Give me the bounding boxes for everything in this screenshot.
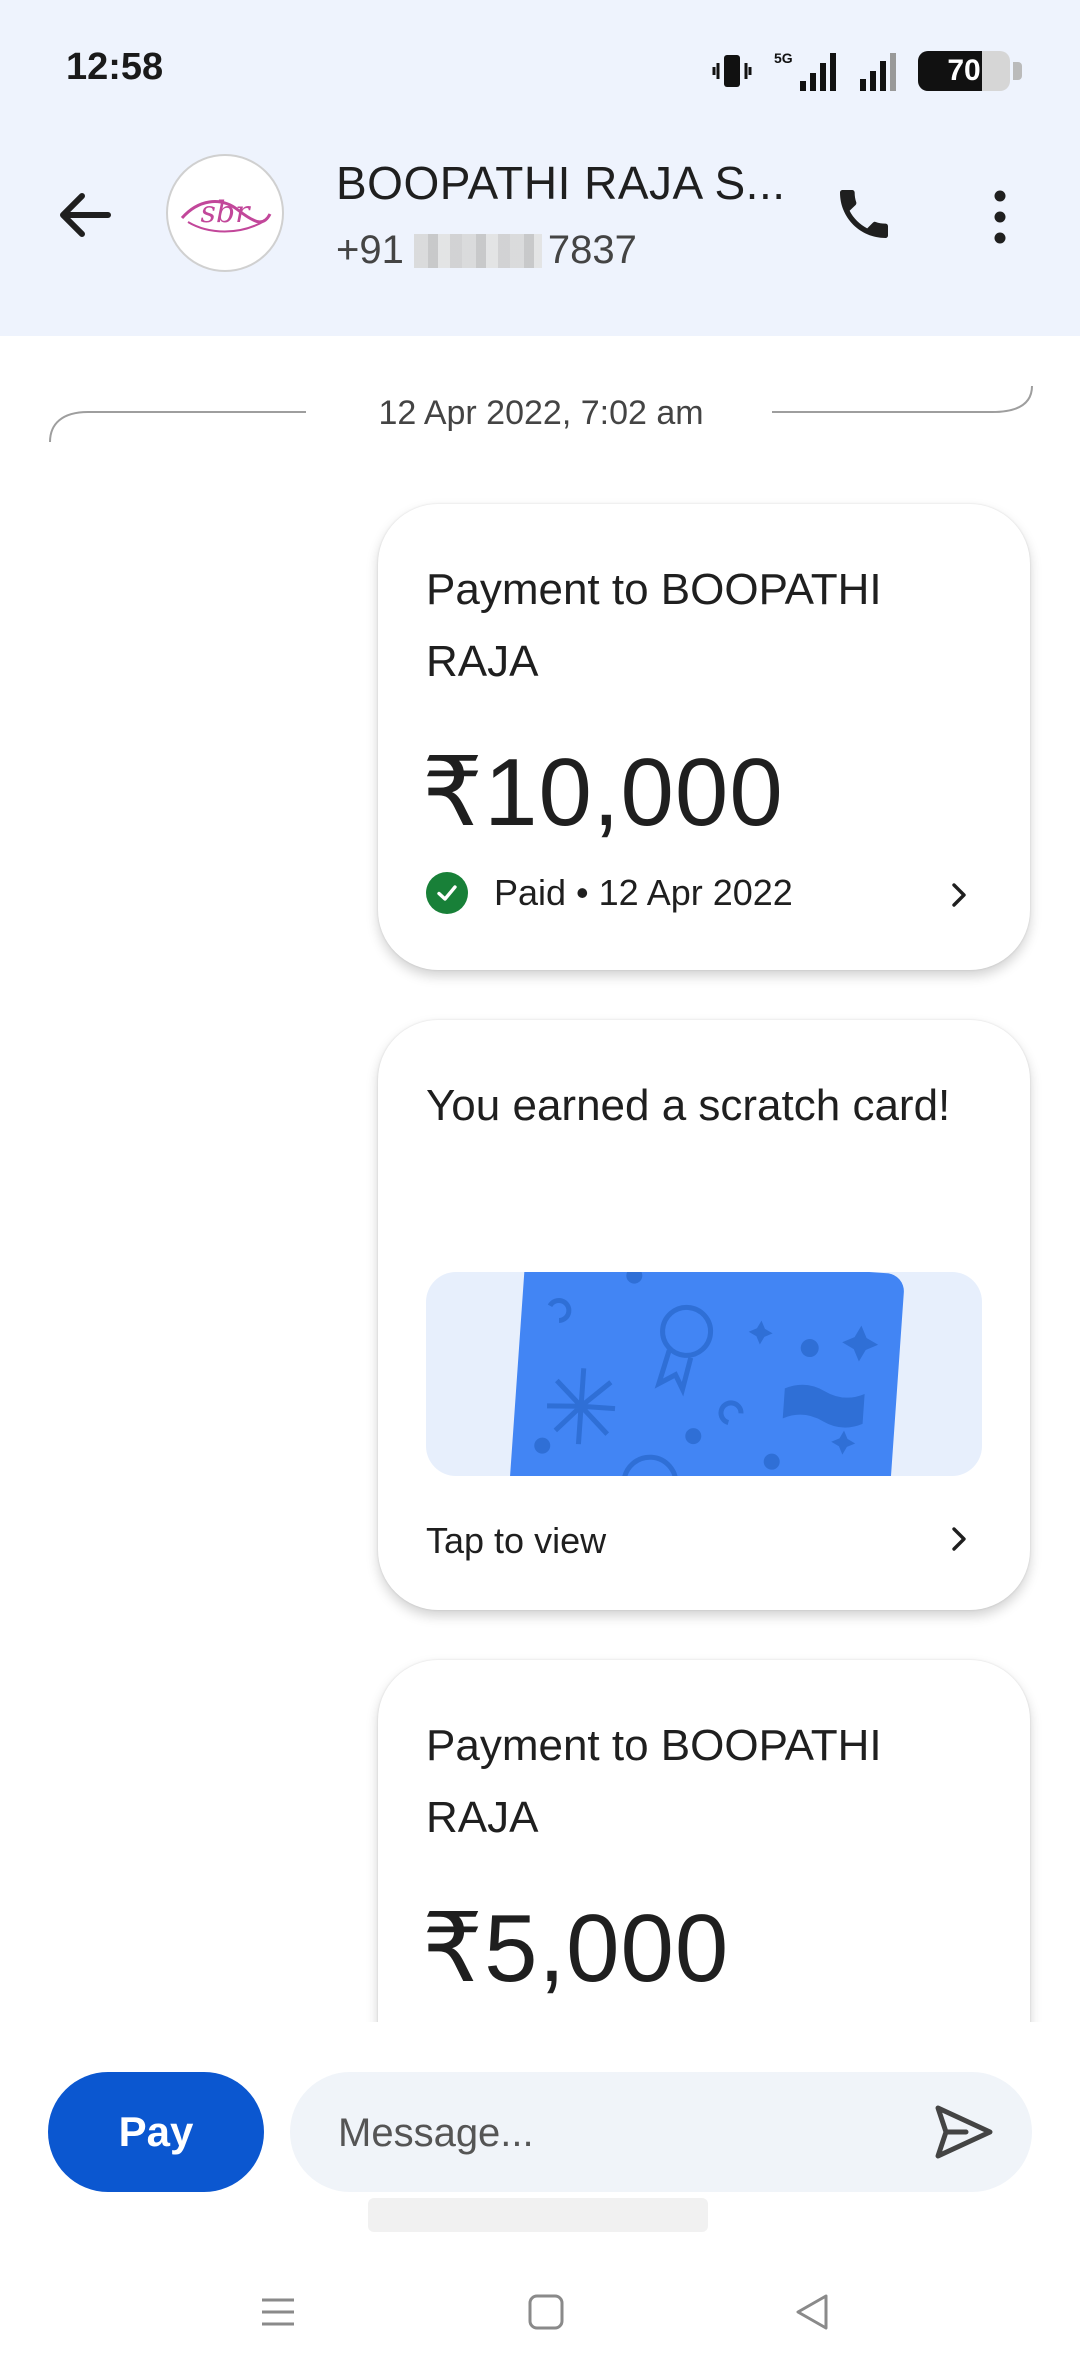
tap-to-view: Tap to view <box>426 1520 607 1561</box>
payment-status: Paid • 12 Apr 2022 <box>426 872 793 914</box>
message-input[interactable] <box>336 2072 900 2194</box>
home-icon[interactable] <box>516 2282 576 2342</box>
avatar-logo-icon: sbr <box>180 195 272 233</box>
system-nav-bar <box>0 2250 1080 2372</box>
scratch-card[interactable]: You earned a scratch card! Tap to view <box>378 1020 1030 1610</box>
payment-amount: ₹10,000 <box>422 739 784 846</box>
scratch-title: You earned a scratch card! <box>426 1081 951 1130</box>
battery-level: 70 <box>947 54 981 87</box>
check-circle-icon <box>426 872 468 914</box>
phone-suffix: 7837 <box>547 228 637 272</box>
recents-icon[interactable] <box>248 2282 308 2342</box>
scratch-card-preview <box>426 1272 982 1476</box>
status-time: 12:58 <box>66 46 164 88</box>
payment-title: Payment to BOOPATHI RAJA <box>426 565 882 686</box>
chevron-right-icon <box>952 883 966 907</box>
back-arrow-icon[interactable] <box>50 180 120 250</box>
payment-amount: ₹5,000 <box>422 1895 730 2002</box>
send-icon[interactable] <box>932 2102 996 2162</box>
network-type: 5G <box>774 50 793 66</box>
status-icons: 5G 70 <box>710 48 1022 94</box>
payment-status-text: Paid • 12 Apr 2022 <box>494 872 793 913</box>
date-text: 12 Apr 2022, 7:02 am <box>378 394 704 432</box>
contact-phone: +91 7837 <box>336 228 637 273</box>
contact-name[interactable]: BOOPATHI RAJA S... <box>336 156 786 210</box>
payment-title: Payment to BOOPATHI RAJA <box>426 1721 882 1842</box>
date-divider: 12 Apr 2022, 7:02 am <box>48 378 1034 448</box>
phone-prefix: +91 <box>336 228 404 272</box>
back-nav-icon[interactable] <box>782 2282 842 2342</box>
more-vert-icon[interactable] <box>980 182 1020 252</box>
vibrate-icon <box>712 55 752 87</box>
pay-button[interactable]: Pay <box>48 2072 264 2192</box>
signal-icon <box>860 53 896 91</box>
message-composer <box>290 2072 1032 2194</box>
signal-5g-icon: 5G <box>774 50 836 91</box>
chevron-right-icon <box>952 1527 966 1551</box>
contact-avatar[interactable]: sbr <box>166 154 284 272</box>
app-header: 12:58 5G 70 sbr BOOPATHI RAJA S... +91 7… <box>0 0 1080 336</box>
phone-icon[interactable] <box>832 182 896 246</box>
phone-redacted <box>413 233 542 268</box>
payment-card[interactable]: Payment to BOOPATHI RAJA ₹10,000 Paid • … <box>378 504 1030 970</box>
faded-content <box>368 2198 708 2232</box>
scratch-card-art-icon <box>504 1272 904 1476</box>
battery-indicator: 70 <box>918 51 1022 91</box>
avatar-initials: sbr <box>201 195 252 230</box>
